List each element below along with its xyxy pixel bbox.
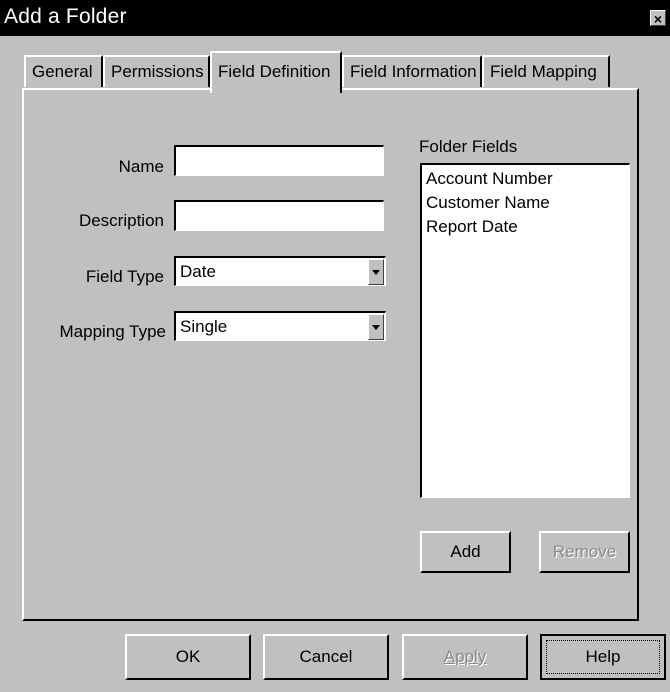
list-item[interactable]: Account Number xyxy=(426,167,625,191)
mapping-type-dropdown-button[interactable] xyxy=(368,314,384,340)
tab-label: General xyxy=(32,62,93,81)
apply-button-label: Apply xyxy=(443,647,487,666)
mapping-type-value: Single xyxy=(180,317,228,336)
field-type-select[interactable]: Date xyxy=(174,256,386,286)
list-item[interactable]: Customer Name xyxy=(426,191,625,215)
tab-permissions[interactable]: Permissions xyxy=(103,55,210,87)
name-field[interactable] xyxy=(174,145,384,176)
mapping-type-select[interactable]: Single xyxy=(174,311,386,341)
cancel-button[interactable]: Cancel xyxy=(263,634,389,680)
folder-fields-label: Folder Fields xyxy=(419,137,518,156)
add-button-label: Add xyxy=(450,542,481,561)
tab-general[interactable]: General xyxy=(24,55,103,87)
field-type-value: Date xyxy=(180,262,216,281)
tab-label: Permissions xyxy=(111,62,204,81)
name-label: Name xyxy=(118,157,164,176)
cancel-button-label: Cancel xyxy=(299,647,353,666)
list-item[interactable]: Report Date xyxy=(426,215,625,239)
description-label: Description xyxy=(78,211,164,230)
ok-button-label: OK xyxy=(175,647,201,666)
folder-fields-list[interactable]: Account Number Customer Name Report Date xyxy=(420,163,630,498)
apply-button[interactable]: Apply xyxy=(402,634,528,680)
mapping-type-label: Mapping Type xyxy=(59,322,166,341)
field-type-dropdown-button[interactable] xyxy=(368,259,384,285)
remove-button[interactable]: Remove xyxy=(539,531,630,573)
help-button[interactable]: Help xyxy=(540,634,666,680)
add-button[interactable]: Add xyxy=(420,531,511,573)
description-field[interactable] xyxy=(174,200,384,231)
close-button[interactable]: × xyxy=(650,10,666,27)
focus-rect xyxy=(546,640,660,674)
remove-button-label: Remove xyxy=(552,542,617,561)
tab-label: Field Mapping xyxy=(490,62,597,81)
tab-field-definition[interactable]: Field Definition xyxy=(210,51,342,93)
title-bar: Add a Folder × xyxy=(0,0,670,36)
window-title: Add a Folder xyxy=(4,5,127,28)
tab-panel: Name Description Field Type Date Mapping… xyxy=(22,88,639,621)
tab-field-information[interactable]: Field Information xyxy=(342,55,482,87)
field-type-label: Field Type xyxy=(85,267,164,286)
close-icon: × xyxy=(653,11,663,27)
tab-label: Field Definition xyxy=(218,62,331,81)
tab-label: Field Information xyxy=(350,62,477,81)
ok-button[interactable]: OK xyxy=(125,634,251,680)
chevron-down-icon xyxy=(372,270,380,275)
tab-field-mapping[interactable]: Field Mapping xyxy=(482,55,610,87)
chevron-down-icon xyxy=(372,325,380,330)
